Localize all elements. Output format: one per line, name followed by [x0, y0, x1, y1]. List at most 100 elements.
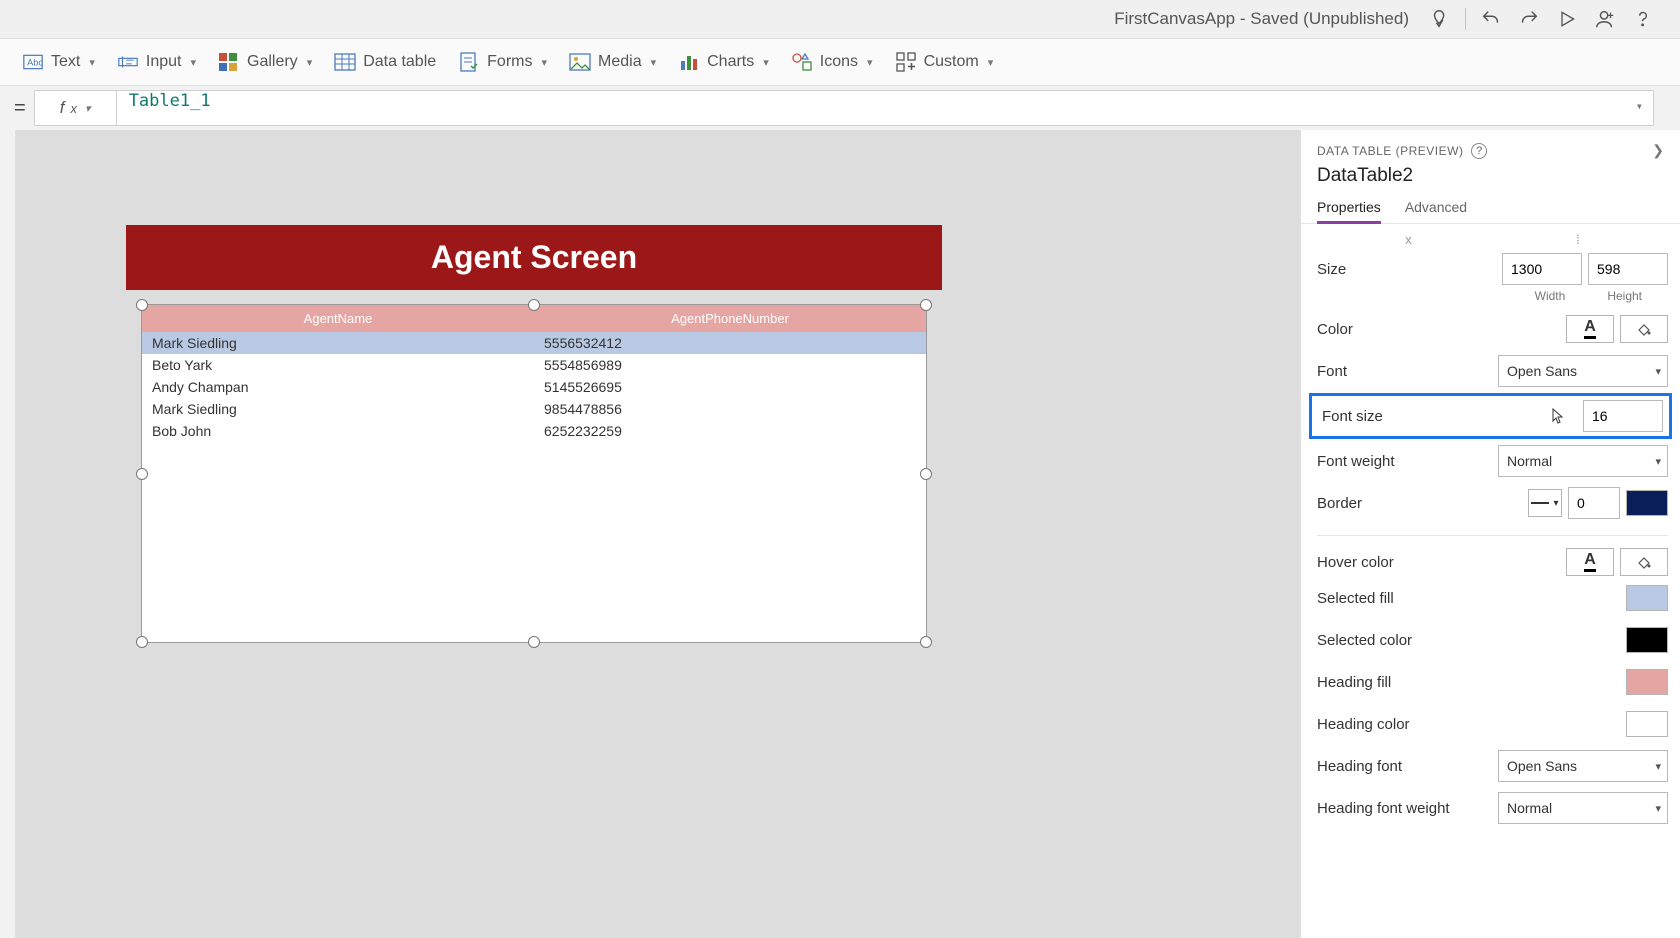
- column-header[interactable]: AgentPhoneNumber: [534, 305, 926, 332]
- tab-properties[interactable]: Properties: [1317, 193, 1381, 223]
- divider: [1465, 8, 1466, 30]
- panel-tabs: Properties Advanced: [1301, 193, 1680, 224]
- selection-handle[interactable]: [920, 636, 932, 648]
- properties-panel: DATA TABLE (PREVIEW) ? ❯ DataTable2 Prop…: [1300, 130, 1680, 938]
- selected-color-swatch[interactable]: [1626, 627, 1668, 653]
- position-collapse: x⁞: [1317, 232, 1668, 249]
- chevron-down-icon: ▾: [1655, 455, 1661, 468]
- hover-fill-color-button[interactable]: [1620, 548, 1668, 576]
- collapse-panel-icon[interactable]: ❯: [1652, 142, 1664, 159]
- chevron-down-icon: ▾: [89, 56, 95, 69]
- fill-color-button[interactable]: [1620, 315, 1668, 343]
- selection-handle[interactable]: [136, 636, 148, 648]
- toolbar-datatable[interactable]: Data table: [334, 39, 436, 85]
- selection-handle[interactable]: [920, 468, 932, 480]
- prop-heading-font-weight: Heading font weight Normal▾: [1317, 788, 1668, 828]
- prop-selected-color: Selected color: [1317, 620, 1668, 660]
- cursor-icon: [1551, 407, 1565, 425]
- datatable-icon: [334, 51, 356, 73]
- heading-font-select[interactable]: Open Sans▾: [1498, 750, 1668, 782]
- chevron-down-icon: ▾: [1655, 802, 1661, 815]
- border-style-select[interactable]: ▾: [1528, 489, 1562, 517]
- formula-bar: = fx▾ Table1_1▾: [0, 86, 1680, 130]
- left-gutter: [0, 130, 16, 938]
- toolbar-text[interactable]: Abc Text▾: [22, 39, 95, 85]
- prop-border: Border ▾: [1317, 483, 1668, 523]
- svg-text:Abc: Abc: [27, 57, 43, 67]
- tab-advanced[interactable]: Advanced: [1405, 193, 1467, 223]
- redo-icon[interactable]: [1510, 0, 1548, 38]
- media-icon: [569, 51, 591, 73]
- prop-hover-color: Hover color A: [1317, 535, 1668, 576]
- border-width-input[interactable]: [1568, 487, 1620, 519]
- help-icon[interactable]: ?: [1471, 143, 1487, 159]
- data-table-control[interactable]: AgentName AgentPhoneNumber Mark Siedling…: [141, 304, 927, 643]
- font-select[interactable]: Open Sans▾: [1498, 355, 1668, 387]
- size-width-input[interactable]: [1502, 253, 1582, 285]
- heading-font-weight-select[interactable]: Normal▾: [1498, 792, 1668, 824]
- toolbar-custom[interactable]: Custom▾: [895, 39, 994, 85]
- border-color-swatch[interactable]: [1626, 490, 1668, 516]
- table-row[interactable]: Mark Siedling5556532412: [142, 332, 926, 354]
- selection-handle[interactable]: [528, 636, 540, 648]
- heading-fill-swatch[interactable]: [1626, 669, 1668, 695]
- chevron-down-icon: ▾: [1655, 365, 1661, 378]
- hover-font-color-button[interactable]: A: [1566, 548, 1614, 576]
- canvas-area[interactable]: Agent Screen AgentName AgentPhoneNumber …: [16, 130, 1300, 938]
- equals-sign: =: [6, 97, 34, 120]
- toolbar-gallery[interactable]: Gallery▾: [218, 39, 312, 85]
- heading-color-swatch[interactable]: [1626, 711, 1668, 737]
- play-icon[interactable]: [1548, 0, 1586, 38]
- font-size-input[interactable]: [1583, 400, 1663, 432]
- selected-fill-swatch[interactable]: [1626, 585, 1668, 611]
- label-icon: Abc: [22, 51, 44, 73]
- insert-toolbar: Abc Text▾ Input▾ Gallery▾ Data table For…: [0, 38, 1680, 86]
- table-row[interactable]: Mark Siedling9854478856: [142, 398, 926, 420]
- table-body: Mark Siedling5556532412 Beto Yark5554856…: [142, 332, 926, 642]
- selection-handle[interactable]: [920, 299, 932, 311]
- prop-size: Size: [1317, 249, 1668, 289]
- toolbar-media[interactable]: Media▾: [569, 39, 656, 85]
- prop-heading-color: Heading color: [1317, 704, 1668, 744]
- size-height-input[interactable]: [1588, 253, 1668, 285]
- font-weight-select[interactable]: Normal▾: [1498, 445, 1668, 477]
- gallery-icon: [218, 51, 240, 73]
- column-header[interactable]: AgentName: [142, 305, 534, 332]
- selection-handle[interactable]: [136, 299, 148, 311]
- undo-icon[interactable]: [1472, 0, 1510, 38]
- input-icon: [117, 51, 139, 73]
- screen-title: Agent Screen: [126, 225, 942, 290]
- chevron-down-icon: ▾: [867, 56, 873, 69]
- prop-font: Font Open Sans▾: [1317, 351, 1668, 391]
- chevron-down-icon: ▾: [307, 56, 313, 69]
- control-name: DataTable2: [1301, 165, 1680, 193]
- chevron-down-icon: ▾: [85, 102, 91, 115]
- help-icon[interactable]: [1624, 0, 1662, 38]
- chevron-down-icon: ▾: [763, 56, 769, 69]
- table-row[interactable]: Beto Yark5554856989: [142, 354, 926, 376]
- properties-list: x⁞ Size Width Height Color A: [1301, 224, 1680, 938]
- panel-header: DATA TABLE (PREVIEW) ?: [1317, 143, 1487, 159]
- selection-handle[interactable]: [136, 468, 148, 480]
- screen: Agent Screen AgentName AgentPhoneNumber …: [126, 225, 942, 643]
- toolbar-icons[interactable]: Icons▾: [791, 39, 873, 85]
- formula-input[interactable]: Table1_1▾: [116, 90, 1654, 126]
- user-icon[interactable]: [1586, 0, 1624, 38]
- toolbar-forms[interactable]: Forms▾: [458, 39, 547, 85]
- table-row[interactable]: Bob John6252232259: [142, 420, 926, 442]
- custom-icon: [895, 51, 917, 73]
- selection-handle[interactable]: [528, 299, 540, 311]
- chevron-down-icon: ▾: [1655, 760, 1661, 773]
- expand-formula-icon[interactable]: ▾: [1636, 99, 1643, 113]
- health-icon[interactable]: [1421, 0, 1459, 38]
- prop-color: Color A: [1317, 309, 1668, 349]
- size-sublabels: Width Height: [1317, 289, 1668, 303]
- toolbar-input[interactable]: Input▾: [117, 39, 196, 85]
- font-color-button[interactable]: A: [1566, 315, 1614, 343]
- fx-selector[interactable]: fx▾: [34, 90, 116, 126]
- toolbar-charts[interactable]: Charts▾: [678, 39, 769, 85]
- prop-selected-fill: Selected fill: [1317, 578, 1668, 618]
- table-row[interactable]: Andy Champan5145526695: [142, 376, 926, 398]
- icons-icon: [791, 51, 813, 73]
- chevron-down-icon: ▾: [988, 56, 994, 69]
